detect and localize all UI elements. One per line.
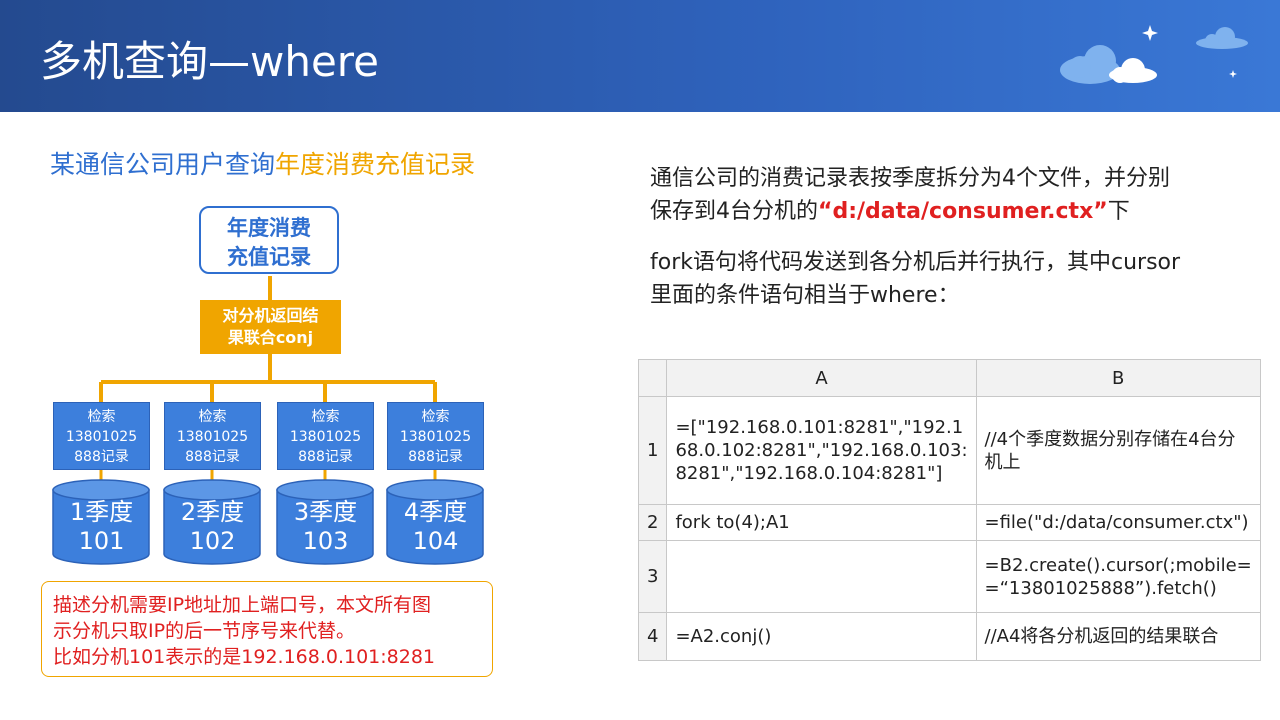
server-number: 104 [412,527,459,555]
cell-line: 机上 [984,451,1021,473]
cell-a3[interactable] [666,540,977,613]
cell-line: =“13801025888”).fetch() [984,577,1217,599]
cell-a1[interactable]: =["192.168.0.101:8281","192.1 68.0.102:8… [666,396,977,505]
quarter-label: 1季度 [69,498,134,526]
search-box-line: 检索 [87,409,116,425]
para1-line2: 保存到4台分机的“d:/data/consumer.ctx”下 [650,195,1250,228]
cell-line: =["192.168.0.101:8281","192.1 [675,417,964,438]
cell-b1[interactable]: //4个季度数据分别存储在4台分 机上 [975,396,1261,505]
note-line: 示分机只取IP的后一节序号来代替。 [53,620,356,642]
search-box-1: 检索 13801025 888记录 [53,402,150,470]
annual-records-box: 年度消费 充值记录 [199,206,339,274]
cell-line: fork to(4);A1 [675,512,790,533]
row-number[interactable]: 3 [637,540,668,613]
cloud-decoration-icon [1060,25,1248,84]
search-box-3: 检索 13801025 888记录 [277,402,374,470]
ip-note-box: 描述分机需要IP地址加上端口号，本文所有图 示分机只取IP的后一节序号来代替。 … [41,581,493,677]
quarter-label: 2季度 [180,498,245,526]
row-number[interactable]: 2 [637,504,668,541]
row-number[interactable]: 4 [637,612,668,661]
search-box-line: 888记录 [298,449,353,465]
cell-line: =file("d:/data/consumer.ctx") [984,512,1249,533]
row-number[interactable]: 1 [637,396,668,505]
para1-line2-post: 下 [1107,199,1130,224]
cylinder-label-2: 2季度 102 [164,498,261,556]
cell-line: //A4将各分机返回的结果联合 [984,626,1219,647]
top-box-line1: 年度消费 [227,216,311,240]
note-line: 比如分机101表示的是192.168.0.101:8281 [53,646,436,668]
search-box-line: 888记录 [408,449,463,465]
quarter-label: 4季度 [403,498,468,526]
grid-row-4: 4 =A2.conj() //A4将各分机返回的结果联合 [637,612,1261,661]
diagram-connectors [52,276,484,565]
search-box-line: 888记录 [74,449,129,465]
server-number: 103 [302,527,349,555]
search-box-2: 检索 13801025 888记录 [164,402,261,470]
column-header-b[interactable]: B [975,359,1261,397]
cylinder-label-4: 4季度 104 [387,498,484,556]
search-box-line: 13801025 [399,429,472,445]
server-number: 102 [189,527,236,555]
search-box-line: 检索 [421,409,450,425]
search-box-line: 13801025 [65,429,138,445]
cell-b3[interactable]: =B2.create().cursor(;mobile= =“138010258… [975,540,1261,613]
cell-line: 68.0.102:8281","192.168.0.103: [675,440,968,461]
top-box-line2: 充值记录 [227,245,311,269]
search-box-line: 888记录 [185,449,240,465]
grid-row-1: 1 =["192.168.0.101:8281","192.1 68.0.102… [637,396,1261,505]
merge-results-box: 对分机返回结 果联合conj [200,300,341,354]
quarter-label: 3季度 [293,498,358,526]
note-line: 描述分机需要IP地址加上端口号，本文所有图 [53,594,432,616]
para1-line2-pre: 保存到4台分机的 [650,199,818,224]
description-paragraph-2: fork语句将代码发送到各分机后并行执行，其中cursor 里面的条件语句相当于… [650,246,1250,312]
cylinder-label-3: 3季度 103 [277,498,374,556]
search-box-line: 检索 [311,409,340,425]
search-box-line: 检索 [198,409,227,425]
merge-box-line2: 果联合conj [227,328,314,347]
cell-line: //4个季度数据分别存储在4台分 [984,428,1236,450]
cylinder-label-1: 1季度 101 [53,498,150,556]
cell-a2[interactable]: fork to(4);A1 [666,504,977,541]
cell-a4[interactable]: =A2.conj() [666,612,977,661]
grid-row-3: 3 =B2.create().cursor(;mobile= =“1380102… [637,540,1261,613]
search-box-line: 13801025 [289,429,362,445]
para2-line1: fork语句将代码发送到各分机后并行执行，其中cursor [650,250,1181,275]
search-box-4: 检索 13801025 888记录 [387,402,484,470]
cell-b4[interactable]: //A4将各分机返回的结果联合 [975,612,1261,661]
column-header-a[interactable]: A [666,359,977,397]
grid-corner [637,359,668,397]
file-path-highlight: “d:/data/consumer.ctx” [818,199,1108,224]
description-paragraph-1: 通信公司的消费记录表按季度拆分为4个文件，并分别 保存到4台分机的“d:/dat… [650,162,1250,228]
server-number: 101 [78,527,125,555]
code-grid: A B 1 =["192.168.0.101:8281","192.1 68.0… [637,359,1261,661]
grid-header-row: A B [637,359,1261,397]
para2-line2: 里面的条件语句相当于where： [650,283,960,308]
grid-row-2: 2 fork to(4);A1 =file("d:/data/consumer.… [637,504,1261,541]
merge-box-line1: 对分机返回结 [222,306,319,325]
cell-b2[interactable]: =file("d:/data/consumer.ctx") [975,504,1261,541]
para1-line1: 通信公司的消费记录表按季度拆分为4个文件，并分别 [650,166,1170,191]
cell-line: =B2.create().cursor(;mobile= [984,554,1252,576]
cell-line: =A2.conj() [675,626,772,647]
cell-line: 8281","192.168.0.104:8281"] [675,463,943,484]
search-box-line: 13801025 [176,429,249,445]
